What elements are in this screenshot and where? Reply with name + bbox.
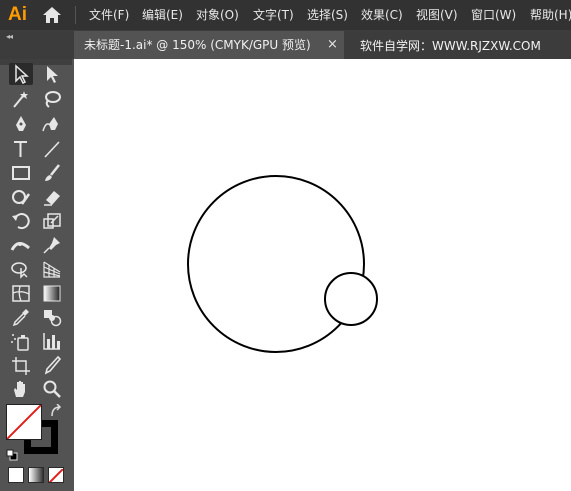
paintbrush-tool-icon[interactable]	[40, 162, 64, 184]
menu-edit[interactable]: 编辑(E)	[142, 0, 183, 30]
line-segment-tool-icon[interactable]	[40, 138, 64, 160]
slice-tool-icon[interactable]	[40, 354, 64, 376]
type-tool-icon[interactable]	[9, 138, 33, 160]
eyedropper-tool-icon[interactable]	[9, 306, 33, 328]
close-icon[interactable]: ×	[327, 31, 338, 59]
none-mode-icon[interactable]	[48, 467, 64, 483]
puppet-warp-tool-icon[interactable]	[40, 234, 64, 256]
shaper-tool-icon[interactable]	[9, 186, 33, 208]
artboard-tool-icon[interactable]	[9, 354, 33, 376]
menu-effect[interactable]: 效果(C)	[361, 0, 403, 30]
magic-wand-tool-icon[interactable]	[9, 88, 33, 110]
symbol-sprayer-tool-icon[interactable]	[9, 330, 33, 352]
document-tab[interactable]: 未标题-1.ai* @ 150% (CMYK/GPU 预览) ×	[74, 31, 344, 59]
menu-bar: Ai 文件(F) 编辑(E) 对象(O) 文字(T) 选择(S) 效果(C) 视…	[0, 0, 571, 30]
pen-tool-icon[interactable]	[9, 113, 33, 135]
large-circle-shape[interactable]	[187, 175, 365, 353]
menu-select[interactable]: 选择(S)	[307, 0, 348, 30]
scale-tool-icon[interactable]	[40, 210, 64, 232]
default-fill-stroke-icon[interactable]	[6, 446, 18, 461]
app-logo: Ai	[8, 4, 27, 25]
color-mode-icon[interactable]	[8, 467, 24, 483]
collapse-panel-icon[interactable]: ◂◂	[6, 32, 13, 41]
gradient-mode-icon[interactable]	[28, 467, 44, 483]
fill-color-swatch[interactable]	[6, 404, 42, 440]
menu-file[interactable]: 文件(F)	[89, 0, 129, 30]
artboard-canvas[interactable]	[74, 59, 571, 491]
menu-divider	[75, 6, 76, 24]
width-tool-icon[interactable]	[9, 234, 33, 256]
menu-help[interactable]: 帮助(H)	[530, 0, 571, 30]
lasso-tool-icon[interactable]	[40, 88, 64, 110]
swap-fill-stroke-icon[interactable]	[50, 403, 62, 421]
column-graph-tool-icon[interactable]	[40, 330, 64, 352]
zoom-tool-icon[interactable]	[40, 378, 64, 400]
blend-tool-icon[interactable]	[40, 306, 64, 328]
rotate-tool-icon[interactable]	[9, 210, 33, 232]
menu-window[interactable]: 窗口(W)	[471, 0, 516, 30]
rectangle-tool-icon[interactable]	[9, 162, 33, 184]
small-circle-shape[interactable]	[324, 272, 378, 326]
perspective-grid-tool-icon[interactable]	[40, 258, 64, 280]
eraser-tool-icon[interactable]	[40, 186, 64, 208]
shape-builder-tool-icon[interactable]	[9, 258, 33, 280]
menu-view[interactable]: 视图(V)	[416, 0, 458, 30]
home-icon[interactable]	[40, 5, 64, 25]
hand-tool-icon[interactable]	[9, 378, 33, 400]
curvature-tool-icon[interactable]	[40, 113, 64, 135]
selection-tool-icon[interactable]	[9, 63, 33, 85]
mesh-tool-icon[interactable]	[9, 282, 33, 304]
watermark-text: 软件自学网：WWW.RJZXW.COM	[360, 39, 541, 53]
menu-object[interactable]: 对象(O)	[196, 0, 239, 30]
direct-selection-tool-icon[interactable]	[40, 63, 64, 85]
menu-type[interactable]: 文字(T)	[253, 0, 294, 30]
document-tab-title: 未标题-1.ai* @ 150% (CMYK/GPU 预览)	[84, 38, 311, 52]
gradient-tool-icon[interactable]	[40, 282, 64, 304]
